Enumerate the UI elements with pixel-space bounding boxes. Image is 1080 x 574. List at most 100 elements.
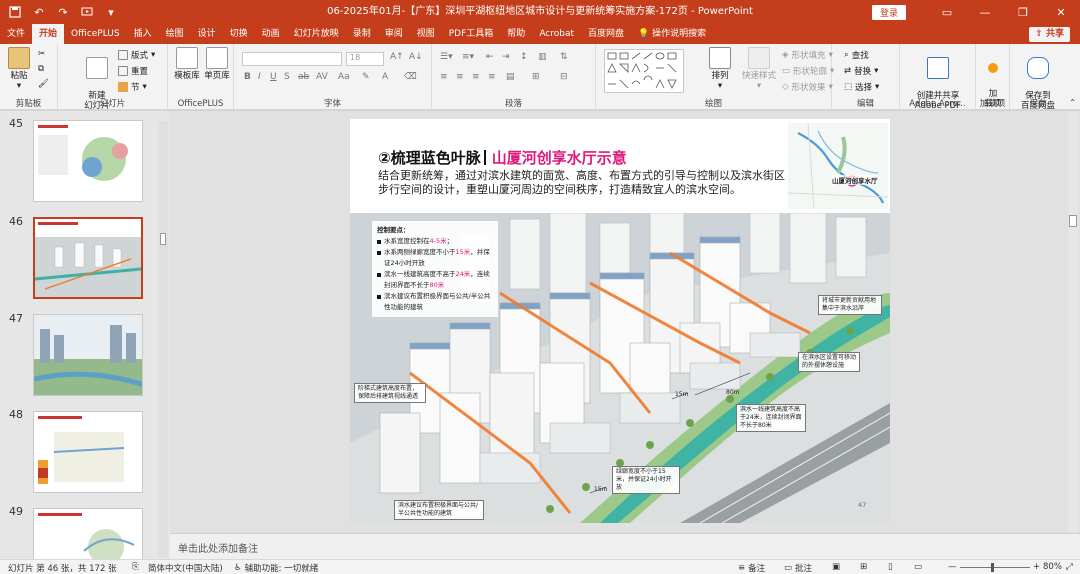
tab-acrobat[interactable]: Acrobat (532, 24, 581, 44)
language-indicator[interactable]: 简体中文(中国大陆) (148, 562, 223, 574)
change-case-icon[interactable]: Aa (338, 72, 350, 82)
tell-me-search[interactable]: 💡 操作说明搜索 (631, 24, 713, 44)
line-spacing-icon[interactable]: ↕ (520, 52, 528, 62)
slide-scroll-thumb[interactable] (1069, 215, 1077, 227)
undo-icon[interactable]: ↶ (30, 3, 48, 21)
tab-home[interactable]: 开始 (32, 24, 65, 44)
clear-format-icon[interactable]: ⌫ (404, 72, 417, 82)
collapse-ribbon-icon[interactable]: ⌃ (1069, 98, 1076, 107)
tab-design[interactable]: 设计 (191, 24, 223, 44)
distributed-icon[interactable]: ▤ (506, 72, 515, 82)
zoom-slider-thumb[interactable] (991, 563, 994, 572)
align-text-icon[interactable]: ⊞ (532, 72, 540, 82)
tab-insert[interactable]: 插入 (127, 24, 159, 44)
copy-icon[interactable]: ⧉ (38, 64, 44, 74)
columns-icon[interactable]: ▥ (538, 52, 547, 62)
zoom-out-icon[interactable]: — (948, 562, 957, 572)
slide-thumbnail-49[interactable] (33, 508, 143, 559)
login-button[interactable]: 登录 (871, 4, 906, 20)
layout-button[interactable]: 版式 ▾ (118, 49, 155, 61)
zoom-slider-track[interactable] (960, 567, 1030, 568)
tab-animations[interactable]: 动画 (255, 24, 287, 44)
tab-view[interactable]: 视图 (410, 24, 442, 44)
tab-pdf-toolbox[interactable]: PDF工具箱 (442, 24, 501, 44)
tab-officeplus[interactable]: OfficePLUS (64, 24, 127, 44)
arrange-button[interactable]: 排列 ▾ (700, 47, 740, 91)
template-library-button[interactable]: 模板库 (172, 47, 202, 81)
bullets-icon[interactable]: ☰▾ (440, 52, 453, 62)
align-left-icon[interactable]: ≡ (440, 72, 448, 82)
minimize-icon[interactable]: — (966, 0, 1004, 24)
font-size-combo[interactable]: 18 (346, 52, 384, 66)
shape-fill-button[interactable]: ◈ 形状填充 ▾ (782, 49, 833, 61)
zoom-level[interactable]: 80% (1043, 562, 1062, 572)
increase-indent-icon[interactable]: ⇥ (502, 52, 510, 62)
align-right-icon[interactable]: ≡ (472, 72, 480, 82)
slide-thumbnail-46[interactable] (33, 217, 143, 299)
tab-baidu[interactable]: 百度网盘 (581, 24, 631, 44)
strikethrough-icon[interactable]: ab (298, 72, 309, 82)
tab-record[interactable]: 录制 (346, 24, 378, 44)
comments-toggle[interactable]: ▭ 批注 (784, 562, 812, 574)
zoom-in-icon[interactable]: + (1033, 562, 1040, 572)
smartart-icon[interactable]: ⊟ (560, 72, 568, 82)
cut-icon[interactable]: ✂ (38, 49, 45, 59)
slide-scrollbar[interactable] (1068, 111, 1078, 533)
underline-icon[interactable]: U (270, 72, 277, 82)
maximize-icon[interactable]: ❐ (1004, 0, 1042, 24)
numbering-icon[interactable]: ≡▾ (462, 52, 474, 62)
slideshow-view-icon[interactable]: ▭ (914, 562, 922, 572)
font-color-icon[interactable]: A (382, 72, 388, 82)
section-button[interactable]: 节 ▾ (118, 81, 147, 93)
decrease-indent-icon[interactable]: ⇤ (486, 52, 494, 62)
find-button[interactable]: ⌕ 查找 (844, 49, 869, 61)
tab-draw[interactable]: 绘图 (159, 24, 191, 44)
font-name-combo[interactable] (242, 52, 342, 66)
bold-icon[interactable]: B (244, 72, 251, 82)
slide-sorter-icon[interactable]: ⊞ (860, 562, 867, 572)
increase-font-icon[interactable]: A↑ (390, 52, 404, 62)
save-icon[interactable] (6, 3, 24, 21)
tab-slideshow[interactable]: 幻灯片放映 (287, 24, 346, 44)
ribbon-display-icon[interactable]: ▭ (928, 0, 966, 24)
notes-pane[interactable]: 单击此处添加备注 (170, 533, 1080, 559)
current-slide[interactable]: ②梳理蓝色叶脉 山厦河创享水厅示意 结合更新统筹，通过对滨水建筑的面宽、高度、布置… (350, 119, 890, 523)
replace-button[interactable]: ⇄ 替换 ▾ (844, 65, 878, 77)
quick-styles-button[interactable]: 快速样式 ▾ (740, 47, 778, 91)
text-direction-icon[interactable]: ⇅ (560, 52, 568, 62)
single-page-library-button[interactable]: 单页库 (202, 47, 232, 81)
redo-icon[interactable]: ↷ (54, 3, 72, 21)
thumbnail-scroll-thumb[interactable] (160, 233, 166, 245)
tab-file[interactable]: 文件 (0, 24, 32, 44)
tab-transitions[interactable]: 切换 (223, 24, 255, 44)
customize-qat-icon[interactable]: ▾ (102, 3, 120, 21)
fit-to-window-icon[interactable]: ⤢ (1066, 562, 1073, 572)
start-from-beginning-icon[interactable] (78, 3, 96, 21)
shape-outline-button[interactable]: ▭ 形状轮廓 ▾ (782, 65, 834, 77)
align-center-icon[interactable]: ≡ (456, 72, 464, 82)
accessibility-indicator[interactable]: ♿ 辅助功能: 一切就绪 (234, 562, 318, 574)
thumbnail-scrollbar[interactable] (158, 121, 168, 557)
justify-icon[interactable]: ≡ (488, 72, 496, 82)
decrease-font-icon[interactable]: A↓ (409, 52, 423, 62)
tab-review[interactable]: 审阅 (378, 24, 410, 44)
shadow-icon[interactable]: S (284, 72, 290, 82)
format-painter-icon[interactable]: 🖌 (38, 79, 49, 89)
reading-view-icon[interactable]: ▯ (888, 562, 893, 572)
slide-thumbnail-48[interactable] (33, 411, 143, 493)
tab-help[interactable]: 帮助 (500, 24, 532, 44)
shapes-gallery[interactable] (604, 49, 684, 93)
select-button[interactable]: ⬚ 选择 ▾ (844, 81, 879, 93)
normal-view-icon[interactable]: ▣ (832, 562, 840, 572)
shape-effects-button[interactable]: ◇ 形状效果 ▾ (782, 81, 833, 93)
spell-check-icon[interactable]: ⎘ (132, 562, 139, 572)
slide-thumbnail-47[interactable] (33, 314, 143, 396)
slide-thumbnail-45[interactable] (33, 120, 143, 202)
share-button[interactable]: ⇪ 共享 (1029, 27, 1070, 42)
italic-icon[interactable]: I (258, 72, 261, 82)
reset-button[interactable]: 重置 (118, 65, 148, 77)
highlight-icon[interactable]: ✎ (362, 72, 370, 82)
notes-toggle[interactable]: ≡ 备注 (738, 562, 765, 574)
char-spacing-icon[interactable]: AV (316, 72, 328, 82)
paste-button[interactable]: 粘贴 ▾ (6, 47, 32, 91)
